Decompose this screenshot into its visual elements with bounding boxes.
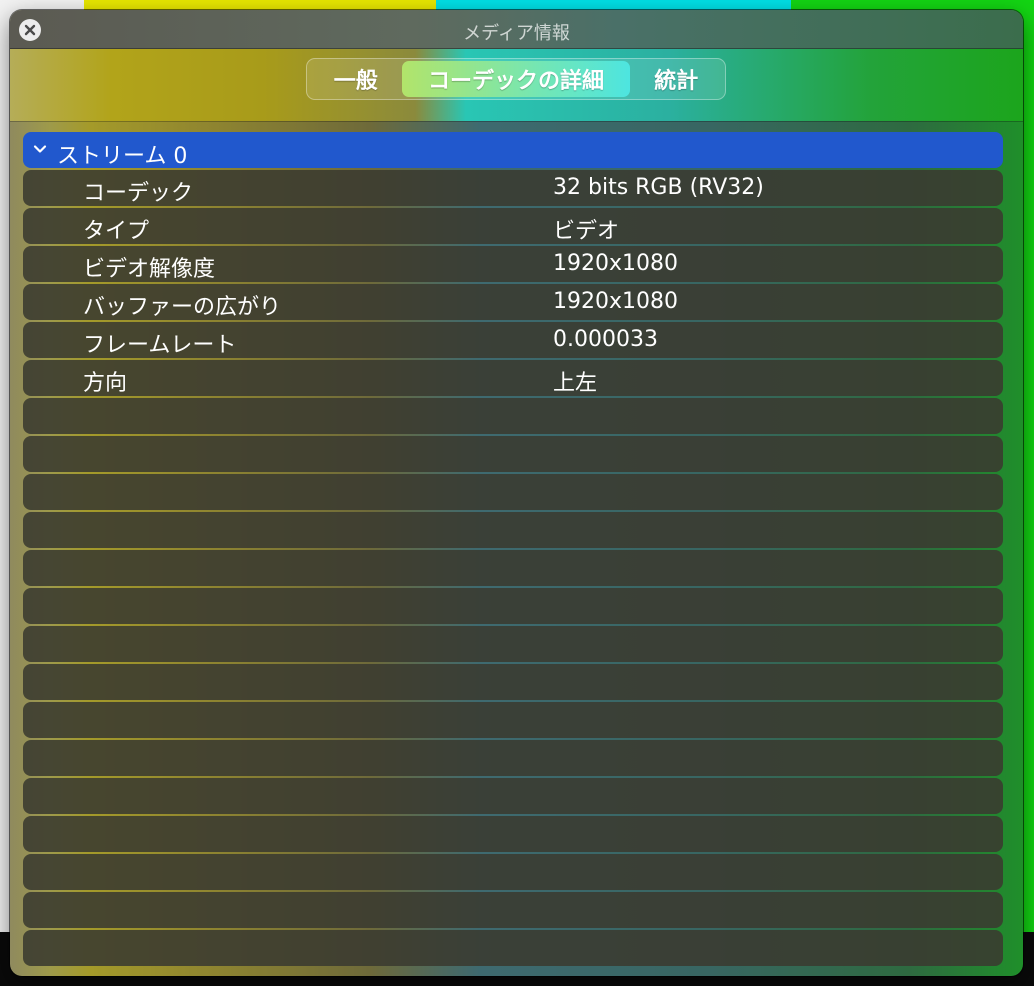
empty-row [23,892,1003,928]
property-row[interactable]: ビデオ解像度 1920x1080 [23,246,1003,282]
empty-row [23,588,1003,624]
codec-outline-view: ストリーム 0 コーデック 32 bits RGB (RV32) タイプ ビデオ… [23,132,1003,968]
tab-codec-details[interactable]: コーデックの詳細 [401,61,631,97]
property-value: ビデオ [553,219,620,244]
empty-row [23,436,1003,472]
property-row[interactable]: バッファーの広がり 1920x1080 [23,284,1003,320]
stream-row[interactable]: ストリーム 0 [23,132,1003,169]
empty-row [23,702,1003,738]
property-value: 1920x1080 [553,289,678,314]
media-info-window: メディア情報 一般 コーデックの詳細 統計 ストリーム 0 コーデック 32 b… [10,10,1023,976]
property-value: 上左 [553,371,598,396]
empty-row [23,664,1003,700]
property-row[interactable]: コーデック 32 bits RGB (RV32) [23,170,1003,206]
empty-row [23,512,1003,548]
property-row[interactable]: タイプ ビデオ [23,208,1003,244]
empty-row [23,854,1003,890]
empty-row [23,930,1003,966]
chevron-down-icon[interactable] [31,140,49,158]
property-value: 32 bits RGB (RV32) [553,175,764,200]
property-row[interactable]: 方向 上左 [23,360,1003,396]
empty-row [23,626,1003,662]
property-name: 方向 [83,371,128,396]
tab-statistics[interactable]: 統計 [630,61,722,97]
property-name: コーデック [83,181,194,206]
empty-row [23,550,1003,586]
property-name: バッファーの広がり [83,295,282,320]
empty-row [23,816,1003,852]
stream-title: ストリーム 0 [57,144,188,169]
empty-row [23,398,1003,434]
empty-row [23,778,1003,814]
property-name: タイプ [83,219,150,244]
toolbar-divider [10,121,1023,122]
empty-row [23,740,1003,776]
tab-bar: 一般 コーデックの詳細 統計 [306,58,726,100]
tab-general[interactable]: 一般 [310,61,402,97]
window-title: メディア情報 [463,23,570,44]
empty-row [23,474,1003,510]
property-value: 0.000033 [553,327,658,352]
titlebar: メディア情報 [10,10,1023,49]
property-name: ビデオ解像度 [83,257,216,282]
property-row[interactable]: フレームレート 0.000033 [23,322,1003,358]
property-name: フレームレート [83,333,237,358]
property-value: 1920x1080 [553,251,678,276]
